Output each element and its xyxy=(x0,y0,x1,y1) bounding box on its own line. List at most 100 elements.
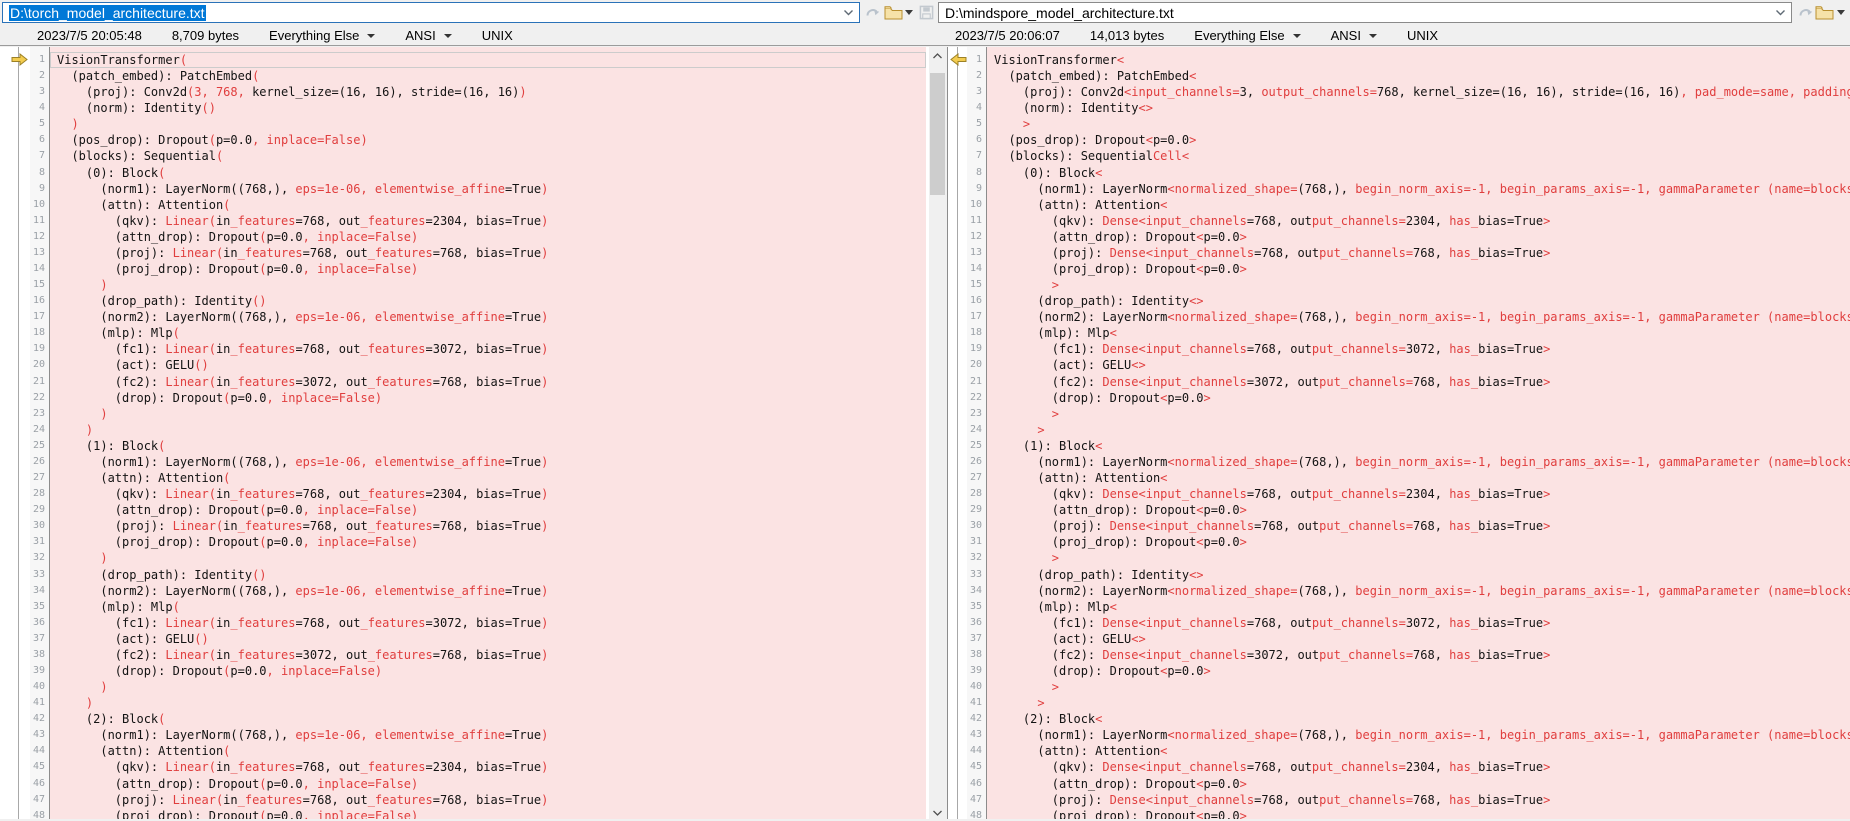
code-line[interactable]: (norm): Identity<> xyxy=(987,100,1850,116)
code-line[interactable]: (proj): Conv2d<input_channels=3, output_… xyxy=(987,84,1850,100)
code-line[interactable]: (norm1): LayerNorm<normalized_shape=(768… xyxy=(987,454,1850,470)
code-line[interactable]: > xyxy=(987,550,1850,566)
code-line[interactable]: (fc2): Dense<input_channels=3072, output… xyxy=(987,374,1850,390)
right-bookmark-margin[interactable] xyxy=(948,47,967,819)
code-line[interactable]: > xyxy=(987,116,1850,132)
code-line[interactable]: (drop_path): Identity() xyxy=(50,567,926,583)
code-line[interactable]: (blocks): SequentialCell< xyxy=(987,148,1850,164)
left-syntax-dropdown[interactable]: Everything Else xyxy=(269,28,375,43)
code-line[interactable]: (norm1): LayerNorm<normalized_shape=(768… xyxy=(987,181,1850,197)
code-line[interactable]: (2): Block( xyxy=(50,711,926,727)
code-line[interactable]: VisionTransformer< xyxy=(987,52,1850,68)
code-line[interactable]: > xyxy=(987,422,1850,438)
code-line[interactable]: (attn): Attention< xyxy=(987,743,1850,759)
code-line[interactable]: ) xyxy=(50,406,926,422)
code-line[interactable]: (proj_drop): Dropout(p=0.0, inplace=Fals… xyxy=(50,808,926,819)
code-line[interactable]: (fc2): Linear(in_features=3072, out_feat… xyxy=(50,374,926,390)
code-line[interactable]: (2): Block< xyxy=(987,711,1850,727)
code-line[interactable]: (proj): Linear(in_features=768, out_feat… xyxy=(50,518,926,534)
code-line[interactable]: (1): Block< xyxy=(987,438,1850,454)
code-line[interactable]: (proj): Conv2d(3, 768, kernel_size=(16, … xyxy=(50,84,926,100)
chevron-down-icon[interactable] xyxy=(1773,5,1788,20)
code-line[interactable]: ) xyxy=(50,116,926,132)
code-line[interactable]: (act): GELU<> xyxy=(987,357,1850,373)
code-line[interactable]: (norm): Identity() xyxy=(50,100,926,116)
code-line[interactable]: (norm1): LayerNorm<normalized_shape=(768… xyxy=(987,727,1850,743)
code-line[interactable]: (attn_drop): Dropout<p=0.0> xyxy=(987,776,1850,792)
code-line[interactable]: (attn_drop): Dropout(p=0.0, inplace=Fals… xyxy=(50,502,926,518)
code-line[interactable]: (mlp): Mlp< xyxy=(987,599,1850,615)
code-line[interactable]: VisionTransformer( xyxy=(50,52,926,68)
code-line[interactable]: (attn_drop): Dropout<p=0.0> xyxy=(987,229,1850,245)
code-line[interactable]: ) xyxy=(50,422,926,438)
left-encoding-dropdown[interactable]: ANSI xyxy=(405,28,451,43)
code-line[interactable]: (drop_path): Identity<> xyxy=(987,567,1850,583)
code-line[interactable]: (proj_drop): Dropout<p=0.0> xyxy=(987,808,1850,819)
open-folder-dropdown-caret-icon[interactable] xyxy=(1835,3,1847,22)
code-line[interactable]: (fc1): Linear(in_features=768, out_featu… xyxy=(50,341,926,357)
code-line[interactable]: (pos_drop): Dropout<p=0.0> xyxy=(987,132,1850,148)
code-line[interactable]: ) xyxy=(50,550,926,566)
left-bookmark-margin[interactable] xyxy=(0,47,30,819)
code-line[interactable]: ) xyxy=(50,695,926,711)
code-line[interactable]: (blocks): Sequential( xyxy=(50,148,926,164)
code-line[interactable]: (attn_drop): Dropout(p=0.0, inplace=Fals… xyxy=(50,776,926,792)
left-code-area[interactable]: VisionTransformer( (patch_embed): PatchE… xyxy=(50,47,926,819)
code-line[interactable]: (proj_drop): Dropout<p=0.0> xyxy=(987,534,1850,550)
code-line[interactable]: (pos_drop): Dropout(p=0.0, inplace=False… xyxy=(50,132,926,148)
right-syntax-dropdown[interactable]: Everything Else xyxy=(1194,28,1300,43)
code-line[interactable]: (attn_drop): Dropout<p=0.0> xyxy=(987,502,1850,518)
code-line[interactable]: (norm2): LayerNorm((768,), eps=1e-06, el… xyxy=(50,309,926,325)
reload-file-icon[interactable] xyxy=(863,3,883,22)
code-line[interactable]: (qkv): Dense<input_channels=768, output_… xyxy=(987,759,1850,775)
code-line[interactable]: > xyxy=(987,406,1850,422)
code-line[interactable]: (1): Block( xyxy=(50,438,926,454)
left-vertical-scrollbar[interactable] xyxy=(929,47,946,819)
code-line[interactable]: (drop_path): Identity() xyxy=(50,293,926,309)
code-line[interactable]: (qkv): Linear(in_features=768, out_featu… xyxy=(50,213,926,229)
code-line[interactable]: (norm1): LayerNorm((768,), eps=1e-06, el… xyxy=(50,727,926,743)
right-encoding-dropdown[interactable]: ANSI xyxy=(1331,28,1377,43)
code-line[interactable]: (attn): Attention< xyxy=(987,197,1850,213)
code-line[interactable]: (act): GELU() xyxy=(50,631,926,647)
code-line[interactable]: (mlp): Mlp( xyxy=(50,325,926,341)
code-line[interactable]: (act): GELU() xyxy=(50,357,926,373)
reload-file-icon[interactable] xyxy=(1796,3,1816,22)
code-line[interactable]: (qkv): Linear(in_features=768, out_featu… xyxy=(50,486,926,502)
scrollbar-thumb[interactable] xyxy=(930,73,945,195)
code-line[interactable]: (drop): Dropout<p=0.0> xyxy=(987,390,1850,406)
code-line[interactable]: (proj_drop): Dropout<p=0.0> xyxy=(987,261,1850,277)
code-line[interactable]: > xyxy=(987,695,1850,711)
code-line[interactable]: (proj_drop): Dropout(p=0.0, inplace=Fals… xyxy=(50,261,926,277)
code-line[interactable]: (mlp): Mlp< xyxy=(987,325,1850,341)
right-code-area[interactable]: VisionTransformer< (patch_embed): PatchE… xyxy=(987,47,1850,819)
code-line[interactable]: (norm2): LayerNorm<normalized_shape=(768… xyxy=(987,583,1850,599)
code-line[interactable]: ) xyxy=(50,277,926,293)
scroll-up-button[interactable] xyxy=(929,47,946,64)
code-line[interactable]: (proj): Dense<input_channels=768, output… xyxy=(987,245,1850,261)
code-line[interactable]: (proj): Dense<input_channels=768, output… xyxy=(987,792,1850,808)
code-line[interactable]: (attn): Attention( xyxy=(50,197,926,213)
code-line[interactable]: (patch_embed): PatchEmbed< xyxy=(987,68,1850,84)
code-line[interactable]: ) xyxy=(50,679,926,695)
code-line[interactable]: (norm1): LayerNorm((768,), eps=1e-06, el… xyxy=(50,181,926,197)
code-line[interactable]: (norm2): LayerNorm((768,), eps=1e-06, el… xyxy=(50,583,926,599)
code-line[interactable]: (proj): Dense<input_channels=768, output… xyxy=(987,518,1850,534)
scroll-down-button[interactable] xyxy=(929,804,946,821)
chevron-down-icon[interactable] xyxy=(841,5,856,20)
code-line[interactable]: (drop_path): Identity<> xyxy=(987,293,1850,309)
code-line[interactable]: (0): Block( xyxy=(50,165,926,181)
code-line[interactable]: (norm1): LayerNorm((768,), eps=1e-06, el… xyxy=(50,454,926,470)
right-file-path-combobox[interactable]: D:\mindspore_model_architecture.txt xyxy=(938,2,1792,23)
code-line[interactable]: (attn_drop): Dropout(p=0.0, inplace=Fals… xyxy=(50,229,926,245)
save-file-icon[interactable] xyxy=(916,3,936,22)
code-line[interactable]: (attn): Attention( xyxy=(50,470,926,486)
code-line[interactable]: (proj_drop): Dropout(p=0.0, inplace=Fals… xyxy=(50,534,926,550)
open-folder-dropdown-caret-icon[interactable] xyxy=(903,3,915,22)
code-line[interactable]: (fc2): Dense<input_channels=3072, output… xyxy=(987,647,1850,663)
code-line[interactable]: (attn): Attention( xyxy=(50,743,926,759)
code-line[interactable]: (norm2): LayerNorm<normalized_shape=(768… xyxy=(987,309,1850,325)
left-file-path-combobox[interactable]: D:\torch_model_architecture.txt xyxy=(2,2,860,23)
code-line[interactable]: (fc2): Linear(in_features=3072, out_feat… xyxy=(50,647,926,663)
code-line[interactable]: (proj): Linear(in_features=768, out_feat… xyxy=(50,792,926,808)
